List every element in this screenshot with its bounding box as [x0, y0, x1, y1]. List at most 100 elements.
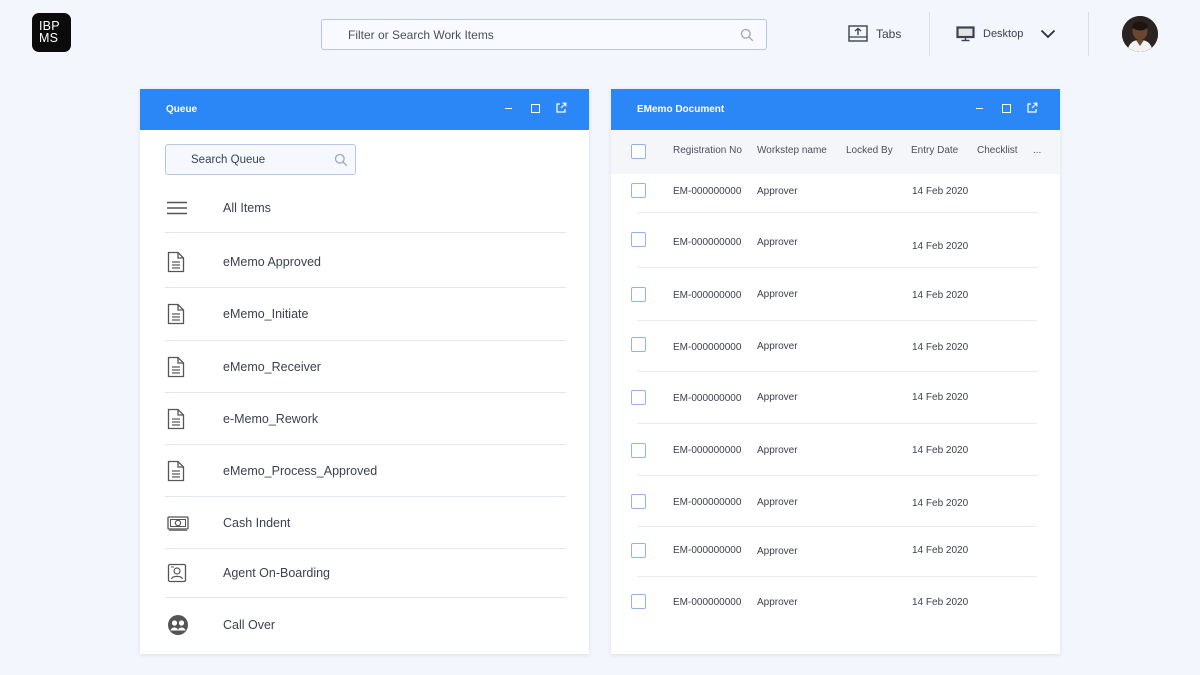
tabs-label: Tabs	[876, 27, 902, 41]
column-header-workstep-name[interactable]: Workstep name	[757, 145, 827, 156]
column-header-entry-date[interactable]: Entry Date	[911, 145, 958, 156]
app-logo[interactable]: IBP MS	[32, 13, 71, 52]
document-icon	[167, 356, 185, 377]
external-link-icon[interactable]	[1026, 102, 1038, 114]
cell-entry-date: 14 Feb 2020	[912, 597, 969, 608]
upload-tray-icon	[848, 25, 868, 42]
cell-registration-no: EM-000000000	[673, 393, 742, 404]
cell-entry-date: 14 Feb 2020	[912, 545, 969, 556]
document-panel-title: EMemo Document	[637, 104, 725, 115]
row-checkbox[interactable]	[631, 494, 646, 509]
cell-registration-no: EM-000000000	[673, 290, 742, 301]
queue-panel-title: Queue	[166, 104, 198, 115]
queue-item-label: Cash Indent	[223, 515, 291, 530]
maximize-icon[interactable]	[1000, 102, 1012, 114]
table-row[interactable]: EM-000000000 Approver 14 Feb 2020	[631, 476, 1037, 527]
desktop-label: Desktop	[983, 28, 1024, 40]
queue-item-ememo-receiver[interactable]: eMemo_Receiver	[165, 341, 566, 393]
cell-registration-no: EM-000000000	[673, 186, 742, 197]
search-icon[interactable]	[740, 28, 754, 42]
tabs-button[interactable]: Tabs	[848, 25, 901, 43]
queue-item-label: eMemo_Receiver	[223, 359, 321, 374]
cell-entry-date: 14 Feb 2020	[912, 241, 969, 252]
cell-entry-date: 14 Feb 2020	[912, 498, 969, 509]
desktop-selector[interactable]: Desktop	[956, 26, 1023, 42]
cell-registration-no: EM-000000000	[673, 545, 742, 556]
cell-registration-no: EM-000000000	[673, 342, 742, 353]
user-photo-icon	[1122, 16, 1158, 52]
row-checkbox[interactable]	[631, 287, 646, 302]
id-card-icon	[167, 563, 187, 583]
row-checkbox[interactable]	[631, 232, 646, 247]
cell-workstep: Approver	[757, 186, 798, 197]
queue-item-ememo-approved[interactable]: eMemo Approved	[165, 233, 566, 288]
queue-search-input[interactable]	[166, 145, 355, 174]
row-checkbox[interactable]	[631, 443, 646, 458]
select-all-checkbox[interactable]	[631, 144, 646, 159]
queue-item-label: Agent On-Boarding	[223, 566, 331, 580]
queue-item-ememo-rework[interactable]: e-Memo_Rework	[165, 393, 566, 445]
queue-item-label: eMemo Approved	[223, 255, 321, 269]
row-checkbox[interactable]	[631, 543, 646, 558]
cell-entry-date: 14 Feb 2020	[912, 342, 969, 353]
minimize-icon[interactable]	[974, 102, 986, 114]
table-body: EM-000000000 Approver 14 Feb 2020 EM-000…	[611, 174, 1060, 627]
document-icon	[167, 303, 185, 325]
queue-item-cash-indent[interactable]: Cash Indent	[165, 497, 566, 549]
table-row[interactable]: EM-000000000 Approver 14 Feb 2020	[631, 577, 1037, 627]
queue-item-all-items[interactable]: All Items	[165, 183, 566, 233]
document-panel-header: EMemo Document	[611, 89, 1060, 130]
monitor-icon	[956, 26, 975, 42]
queue-list: All Items eMemo Approved eMemo_Initiate …	[165, 183, 566, 652]
cell-registration-no: EM-000000000	[673, 445, 742, 456]
document-icon	[167, 251, 185, 273]
cell-workstep: Approver	[757, 392, 798, 403]
external-link-icon[interactable]	[555, 102, 567, 114]
table-row[interactable]: EM-000000000 Approver 14 Feb 2020	[631, 527, 1037, 577]
header-divider	[1088, 12, 1089, 56]
table-row[interactable]: EM-000000000 Approver 14 Feb 2020	[631, 213, 1037, 268]
queue-panel-header: Queue	[140, 89, 589, 130]
queue-item-ememo-process-approved[interactable]: eMemo_Process_Approved	[165, 445, 566, 497]
queue-item-agent-onboarding[interactable]: Agent On-Boarding	[165, 549, 566, 598]
table-row[interactable]: EM-000000000 Approver 14 Feb 2020	[631, 424, 1037, 476]
more-columns-icon[interactable]: ...	[1033, 145, 1041, 156]
work-item-search[interactable]	[321, 19, 767, 50]
row-checkbox[interactable]	[631, 594, 646, 609]
queue-item-label: All Items	[223, 200, 271, 215]
cell-workstep: Approver	[757, 237, 798, 248]
row-checkbox[interactable]	[631, 183, 646, 198]
minimize-icon[interactable]	[503, 102, 515, 114]
table-header: Registration No Workstep name Locked By …	[611, 130, 1060, 174]
document-panel: EMemo Document Registration No Workstep …	[611, 89, 1060, 654]
logo-line2: MS	[39, 31, 59, 45]
queue-item-label: eMemo_Initiate	[223, 307, 309, 321]
cell-registration-no: EM-000000000	[673, 237, 742, 248]
maximize-icon[interactable]	[529, 102, 541, 114]
table-row[interactable]: EM-000000000 Approver 14 Feb 2020	[631, 174, 1037, 213]
table-row[interactable]: EM-000000000 Approver 14 Feb 2020	[631, 268, 1037, 321]
document-icon	[167, 460, 185, 481]
cell-workstep: Approver	[757, 289, 798, 300]
search-icon[interactable]	[334, 153, 348, 167]
cell-workstep: Approver	[757, 546, 798, 557]
column-header-registration-no[interactable]: Registration No	[673, 145, 742, 156]
cell-workstep: Approver	[757, 341, 798, 352]
queue-search[interactable]	[165, 144, 356, 175]
column-header-locked-by[interactable]: Locked By	[846, 145, 893, 156]
user-avatar[interactable]	[1122, 16, 1158, 52]
cell-workstep: Approver	[757, 497, 798, 508]
menu-icon	[167, 201, 187, 214]
chevron-down-icon[interactable]	[1040, 29, 1056, 39]
work-item-search-input[interactable]	[322, 20, 766, 49]
row-checkbox[interactable]	[631, 337, 646, 352]
queue-item-ememo-initiate[interactable]: eMemo_Initiate	[165, 288, 566, 341]
row-checkbox[interactable]	[631, 390, 646, 405]
cell-workstep: Approver	[757, 597, 798, 608]
queue-item-call-over[interactable]: Call Over	[165, 598, 566, 652]
column-header-checklist[interactable]: Checklist	[977, 145, 1018, 156]
table-row[interactable]: EM-000000000 Approver 14 Feb 2020	[631, 372, 1037, 424]
table-row[interactable]: EM-000000000 Approver 14 Feb 2020	[631, 321, 1037, 372]
group-icon	[168, 615, 188, 635]
cell-entry-date: 14 Feb 2020	[912, 392, 969, 403]
